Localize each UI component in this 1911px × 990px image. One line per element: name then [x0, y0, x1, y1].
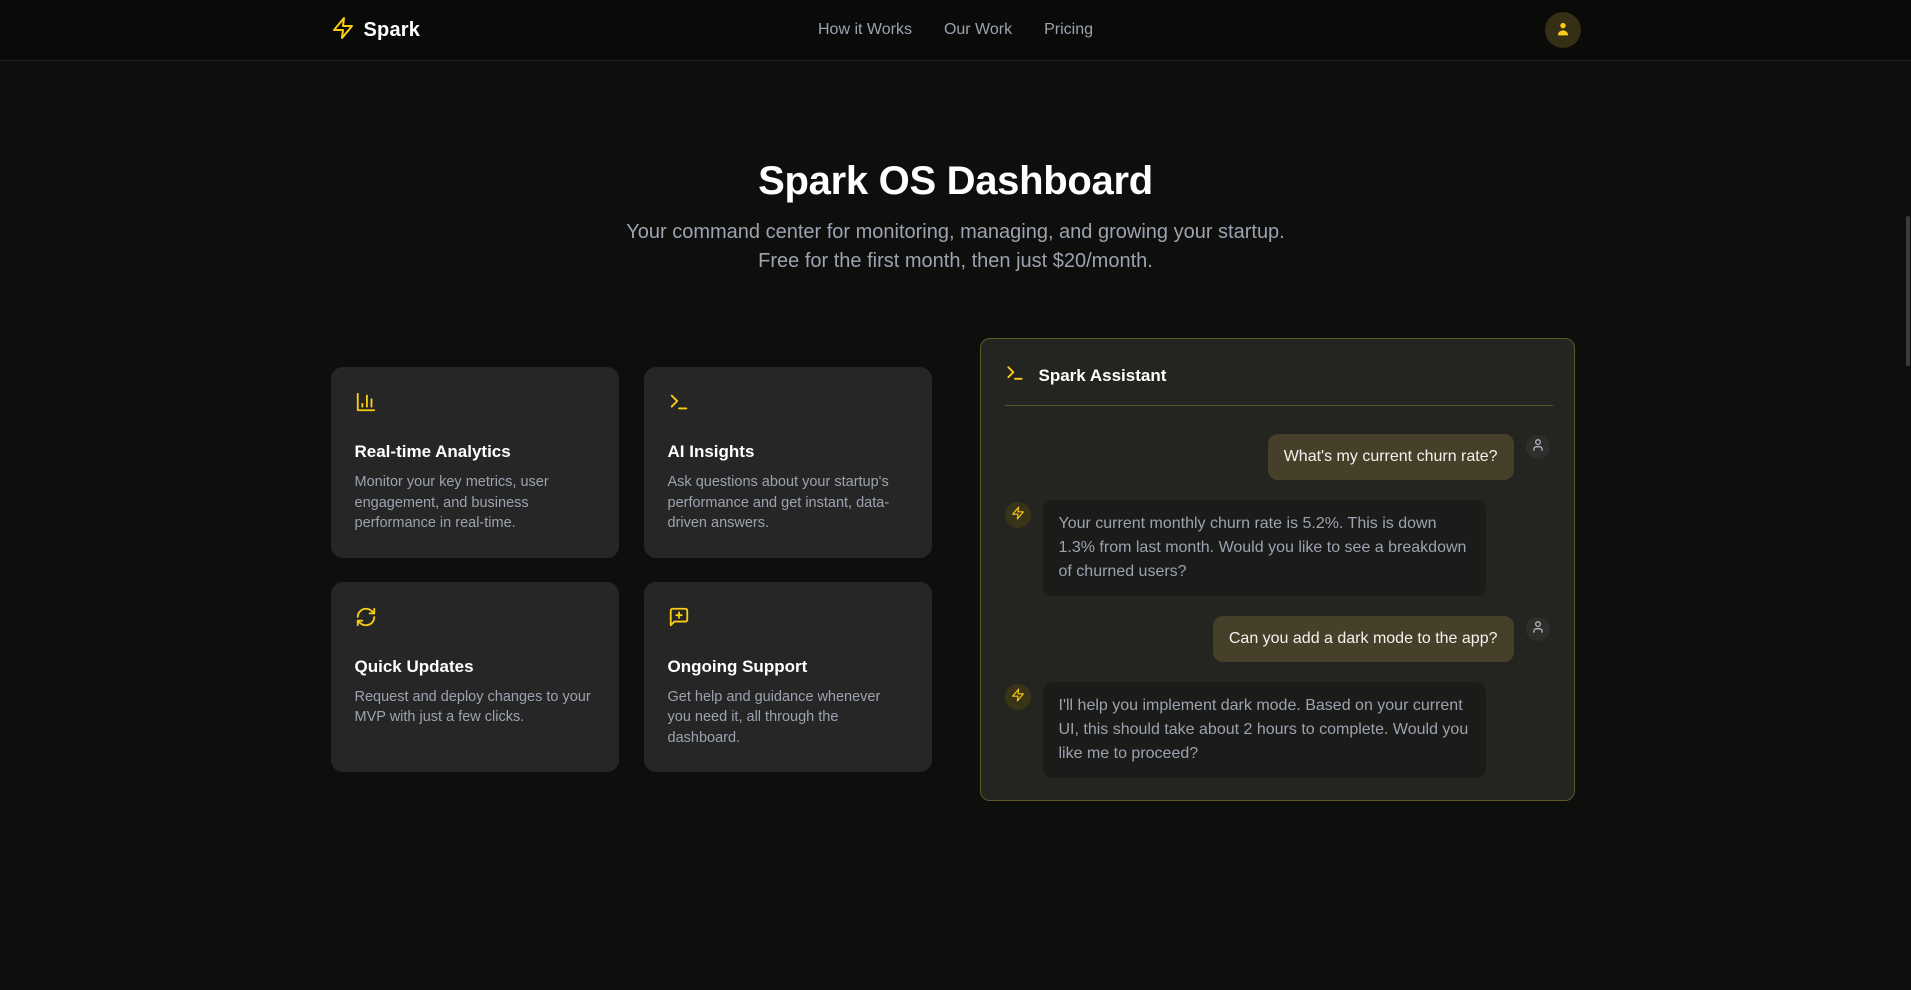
- nav-container: Spark How it Works Our Work Pricing: [331, 0, 1581, 60]
- feature-grid: Real-time Analytics Monitor your key met…: [331, 367, 932, 772]
- feature-card-quick-updates: Quick Updates Request and deploy changes…: [331, 582, 619, 773]
- feature-description: Monitor your key metrics, user engagemen…: [355, 472, 595, 534]
- top-nav: Spark How it Works Our Work Pricing: [0, 0, 1911, 61]
- feature-title: Quick Updates: [355, 657, 595, 677]
- assistant-header: Spark Assistant: [981, 339, 1574, 405]
- brand-logo[interactable]: Spark: [331, 16, 421, 45]
- terminal-icon: [1005, 363, 1025, 388]
- nav-links: How it Works Our Work Pricing: [818, 21, 1093, 39]
- page-subtitle: Your command center for monitoring, mana…: [618, 218, 1294, 276]
- assistant-bubble: I'll help you implement dark mode. Based…: [1043, 682, 1486, 778]
- assistant-bubble: Your current monthly churn rate is 5.2%.…: [1043, 500, 1486, 596]
- content-row: Real-time Analytics Monitor your key met…: [331, 338, 1581, 801]
- brand-name: Spark: [364, 19, 421, 42]
- feature-title: Real-time Analytics: [355, 442, 595, 462]
- feature-title: AI Insights: [668, 442, 908, 462]
- feature-card-ai-insights: AI Insights Ask questions about your sta…: [644, 367, 932, 558]
- assistant-avatar: [1005, 502, 1031, 528]
- account-avatar-button[interactable]: [1545, 12, 1581, 48]
- refresh-icon: [355, 606, 595, 633]
- user-bubble: What's my current churn rate?: [1268, 434, 1514, 480]
- user-icon: [1531, 620, 1545, 639]
- chat-message-user: Can you add a dark mode to the app?: [1005, 616, 1550, 662]
- message-square-plus-icon: [668, 606, 908, 633]
- user-avatar: [1526, 435, 1550, 459]
- chat-message-assistant: I'll help you implement dark mode. Based…: [1005, 682, 1550, 778]
- feature-card-ongoing-support: Ongoing Support Get help and guidance wh…: [644, 582, 932, 773]
- zap-icon: [331, 16, 355, 45]
- nav-link-pricing[interactable]: Pricing: [1044, 21, 1093, 39]
- page-title: Spark OS Dashboard: [0, 158, 1911, 204]
- feature-card-realtime-analytics: Real-time Analytics Monitor your key met…: [331, 367, 619, 558]
- page-scrollbar-thumb[interactable]: [1906, 216, 1910, 366]
- assistant-messages: What's my current churn rate? Your curre…: [981, 406, 1574, 808]
- nav-link-our-work[interactable]: Our Work: [944, 21, 1012, 39]
- user-icon: [1554, 20, 1572, 41]
- chat-message-user: What's my current churn rate?: [1005, 434, 1550, 480]
- assistant-avatar: [1005, 684, 1031, 710]
- user-bubble: Can you add a dark mode to the app?: [1213, 616, 1514, 662]
- bar-chart-icon: [355, 391, 595, 418]
- zap-icon: [1011, 506, 1025, 525]
- assistant-panel: Spark Assistant What's my current churn …: [980, 338, 1575, 801]
- chat-message-assistant: Your current monthly churn rate is 5.2%.…: [1005, 500, 1550, 596]
- terminal-icon: [668, 391, 908, 418]
- nav-link-how-it-works[interactable]: How it Works: [818, 21, 912, 39]
- page: Spark How it Works Our Work Pricing Spar…: [0, 0, 1911, 990]
- feature-title: Ongoing Support: [668, 657, 908, 677]
- user-icon: [1531, 438, 1545, 457]
- assistant-title: Spark Assistant: [1039, 366, 1167, 386]
- feature-description: Ask questions about your startup's perfo…: [668, 472, 908, 534]
- zap-icon: [1011, 688, 1025, 707]
- user-avatar: [1526, 617, 1550, 641]
- feature-description: Request and deploy changes to your MVP w…: [355, 687, 595, 728]
- hero-section: Spark OS Dashboard Your command center f…: [0, 61, 1911, 276]
- feature-description: Get help and guidance whenever you need …: [668, 687, 908, 749]
